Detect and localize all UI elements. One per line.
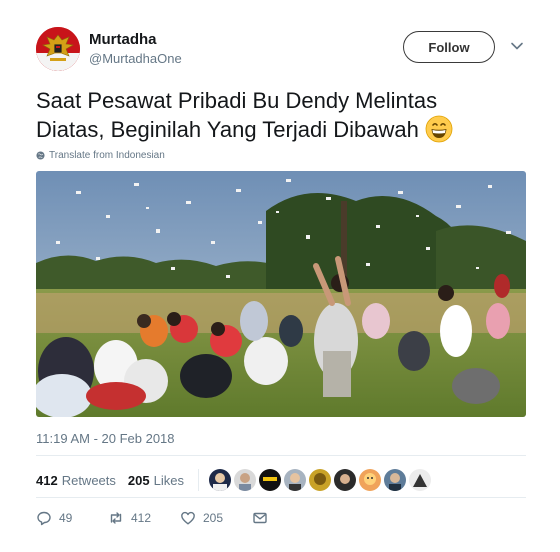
envelope-icon xyxy=(253,512,267,524)
liker-avatar[interactable] xyxy=(408,469,431,491)
tweet-actions: 49 412 205 xyxy=(36,510,268,526)
like-count: 205 xyxy=(203,511,224,525)
grinning-face-emoji-icon xyxy=(425,115,453,143)
likes-stat[interactable]: 205 Likes xyxy=(128,473,184,488)
divider xyxy=(36,497,526,498)
author-handle[interactable]: @MurtadhaOne xyxy=(89,51,182,66)
divider xyxy=(36,455,526,456)
reply-count: 49 xyxy=(59,511,73,525)
liker-avatar[interactable] xyxy=(208,469,231,491)
stats-separator xyxy=(197,469,199,491)
liker-avatar[interactable] xyxy=(283,469,306,491)
translate-label: Translate from Indonesian xyxy=(49,150,165,161)
liker-avatars xyxy=(208,469,431,491)
direct-message-button[interactable] xyxy=(252,510,268,526)
tweet-text: Saat Pesawat Pribadi Bu Dendy Melintas D… xyxy=(36,86,516,144)
follow-button[interactable]: Follow xyxy=(403,31,495,63)
tweet-timestamp[interactable]: 11:19 AM - 20 Feb 2018 xyxy=(36,431,175,446)
tweet-text-line-2-content: Diatas, Beginilah Yang Terjadi Dibawah xyxy=(36,117,419,142)
globe-icon xyxy=(36,151,45,160)
retweets-stat[interactable]: 412 Retweets xyxy=(36,473,116,488)
tweet-stats: 412 Retweets 205 Likes xyxy=(36,469,431,491)
garuda-emblem-icon xyxy=(36,27,80,71)
retweets-count: 412 xyxy=(36,472,58,488)
liker-avatar[interactable] xyxy=(358,469,381,491)
tweet-text-line-1: Saat Pesawat Pribadi Bu Dendy Melintas xyxy=(36,88,438,113)
tweet-card: Murtadha @MurtadhaOne Follow Saat Pesawa… xyxy=(0,0,560,552)
heart-icon xyxy=(181,511,195,525)
crowd-photo-image xyxy=(36,171,526,417)
liker-avatar[interactable] xyxy=(383,469,406,491)
retweet-button[interactable]: 412 xyxy=(108,510,180,526)
tweet-photo[interactable] xyxy=(36,171,526,417)
author-avatar[interactable] xyxy=(36,27,80,71)
tweet-text-line-2: Diatas, Beginilah Yang Terjadi Dibawah xyxy=(36,115,516,144)
translate-link[interactable]: Translate from Indonesian xyxy=(36,150,165,161)
liker-avatar[interactable] xyxy=(258,469,281,491)
retweet-icon xyxy=(110,512,122,524)
author-name[interactable]: Murtadha xyxy=(89,31,157,48)
like-button[interactable]: 205 xyxy=(180,510,252,526)
likes-count: 205 xyxy=(127,472,150,488)
liker-avatar[interactable] xyxy=(308,469,331,491)
reply-button[interactable]: 49 xyxy=(36,510,108,526)
liker-avatar[interactable] xyxy=(233,469,256,491)
retweet-count: 412 xyxy=(131,511,152,525)
retweets-label: Retweets xyxy=(61,472,116,488)
liker-avatar[interactable] xyxy=(333,469,356,491)
reply-icon xyxy=(37,511,51,526)
likes-label: Likes xyxy=(153,472,184,488)
chevron-down-icon[interactable] xyxy=(509,38,525,54)
